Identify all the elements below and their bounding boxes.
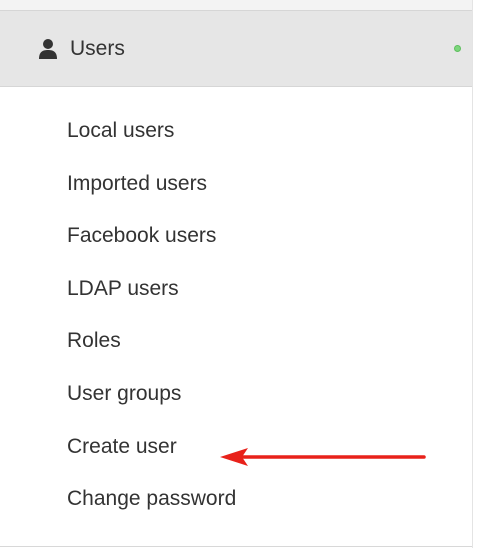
menu-item-label: User groups: [67, 381, 182, 405]
status-dot-icon: [454, 45, 461, 52]
menu-item-ldap-users[interactable]: LDAP users: [0, 263, 472, 316]
arrow-left-icon: [220, 448, 426, 466]
users-section-header[interactable]: Users: [0, 10, 472, 87]
menu-item-label: Roles: [67, 329, 121, 353]
menu-item-label: Local users: [67, 119, 175, 142]
menu-item-roles[interactable]: Roles: [0, 315, 472, 368]
menu-item-label: Imported users: [67, 171, 208, 195]
menu-item-label: LDAP users: [67, 276, 179, 300]
menu-item-facebook-users[interactable]: Facebook users: [0, 210, 472, 263]
users-section-title: Users: [70, 37, 125, 60]
menu-item-label: Change password: [67, 487, 237, 511]
menu-item-label: Facebook users: [67, 224, 217, 248]
user-icon: [39, 39, 57, 59]
menu-item-imported-users[interactable]: Imported users: [0, 158, 472, 211]
top-strip: [0, 0, 472, 10]
bottom-divider: [0, 546, 472, 547]
menu-item-user-groups[interactable]: User groups: [0, 368, 472, 421]
menu-item-change-password[interactable]: Change password: [0, 473, 472, 526]
menu-item-local-users[interactable]: Local users: [0, 105, 472, 158]
